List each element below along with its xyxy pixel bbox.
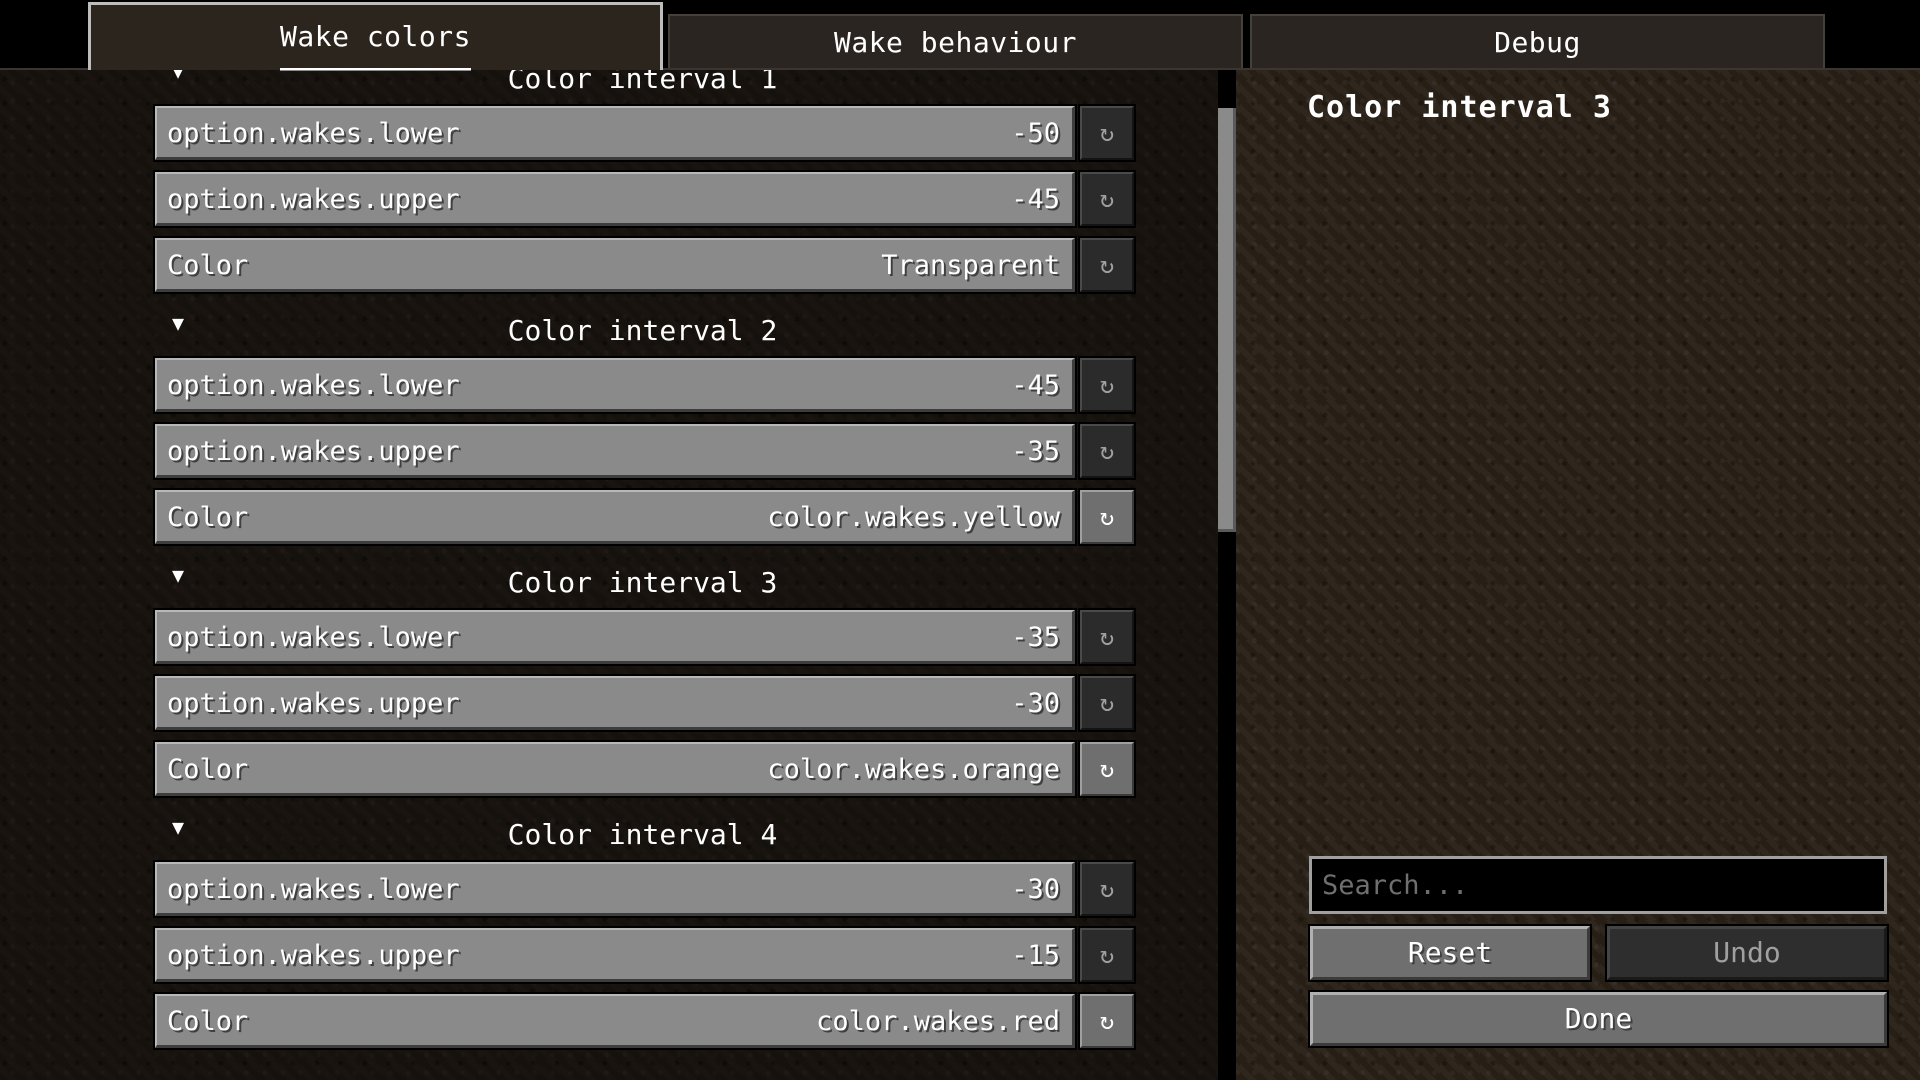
option-value: -35: [1011, 436, 1060, 467]
reset-icon: ↻: [1099, 371, 1115, 399]
tab-debug-label: Debug: [1494, 26, 1581, 59]
option-label: option.wakes.upper: [167, 436, 460, 467]
option-label: option.wakes.upper: [167, 184, 460, 215]
option-row: option.wakes.upper -35 ↻: [0, 422, 1235, 480]
reset-option-button[interactable]: ↻: [1078, 674, 1136, 732]
option-field-lower[interactable]: option.wakes.lower -45: [153, 356, 1077, 414]
option-row: Color color.wakes.red ↻: [0, 992, 1235, 1050]
reset-icon: ↻: [1099, 623, 1115, 651]
option-label: option.wakes.lower: [167, 622, 460, 653]
option-value: color.wakes.orange: [767, 754, 1060, 785]
group-title: Color interval 4: [507, 818, 778, 851]
reset-icon: ↻: [1099, 1007, 1115, 1035]
reset-option-button[interactable]: ↻: [1078, 422, 1136, 480]
tab-wake-colors-label: Wake colors: [280, 5, 471, 73]
option-field-upper[interactable]: option.wakes.upper -45: [153, 170, 1077, 228]
option-list[interactable]: ▼ Color interval 1 option.wakes.lower -5…: [0, 70, 1235, 1080]
option-label: Color: [167, 1006, 249, 1037]
option-row: option.wakes.lower -45 ↻: [0, 356, 1235, 414]
group-title: Color interval 3: [507, 566, 778, 599]
option-row: option.wakes.lower -35 ↻: [0, 608, 1235, 666]
group-title: Color interval 2: [507, 314, 778, 347]
option-field-color[interactable]: Color color.wakes.red: [153, 992, 1077, 1050]
option-value: -45: [1011, 184, 1060, 215]
option-row: Color Transparent ↻: [0, 236, 1235, 294]
group-header[interactable]: ▼ Color interval 3: [0, 556, 1235, 610]
reset-option-button[interactable]: ↻: [1078, 356, 1136, 414]
reset-icon: ↻: [1099, 875, 1115, 903]
reset-icon: ↻: [1099, 185, 1115, 213]
option-label: option.wakes.lower: [167, 370, 460, 401]
reset-icon: ↻: [1099, 119, 1115, 147]
reset-option-button[interactable]: ↻: [1078, 740, 1136, 798]
option-row: option.wakes.lower -50 ↻: [0, 104, 1235, 162]
option-field-lower[interactable]: option.wakes.lower -35: [153, 608, 1077, 666]
reset-option-button[interactable]: ↻: [1078, 992, 1136, 1050]
tab-wake-colors[interactable]: Wake colors: [88, 2, 663, 73]
tab-bar: Wake colors Wake behaviour Debug: [0, 0, 1920, 73]
reset-button[interactable]: Reset: [1308, 924, 1592, 982]
side-panel-title: Color interval 3: [1307, 90, 1612, 125]
option-value: -30: [1011, 874, 1060, 905]
reset-option-button[interactable]: ↻: [1078, 236, 1136, 294]
option-value: color.wakes.red: [816, 1006, 1060, 1037]
option-row: option.wakes.upper -30 ↻: [0, 674, 1235, 732]
reset-icon: ↻: [1099, 755, 1115, 783]
option-label: option.wakes.upper: [167, 688, 460, 719]
option-value: -35: [1011, 622, 1060, 653]
option-row: Color color.wakes.yellow ↻: [0, 488, 1235, 546]
reset-icon: ↻: [1099, 689, 1115, 717]
option-label: Color: [167, 502, 249, 533]
reset-option-button[interactable]: ↻: [1078, 860, 1136, 918]
option-row: option.wakes.upper -15 ↻: [0, 926, 1235, 984]
reset-icon: ↻: [1099, 437, 1115, 465]
reset-option-button[interactable]: ↻: [1078, 926, 1136, 984]
option-value: -30: [1011, 688, 1060, 719]
tab-wake-behaviour[interactable]: Wake behaviour: [668, 14, 1243, 68]
done-button[interactable]: Done: [1308, 990, 1889, 1048]
tab-label-text: Wake colors: [280, 20, 471, 53]
option-label: option.wakes.lower: [167, 874, 460, 905]
option-field-upper[interactable]: option.wakes.upper -15: [153, 926, 1077, 984]
option-value: -45: [1011, 370, 1060, 401]
option-label: option.wakes.lower: [167, 118, 460, 149]
option-row: Color color.wakes.orange ↻: [0, 740, 1235, 798]
option-list-content: ▼ Color interval 1 option.wakes.lower -5…: [0, 70, 1235, 1060]
search-input[interactable]: [1309, 856, 1887, 914]
reset-icon: ↻: [1099, 251, 1115, 279]
option-value: color.wakes.yellow: [767, 502, 1060, 533]
group-header[interactable]: ▼ Color interval 4: [0, 808, 1235, 862]
option-value: -50: [1011, 118, 1060, 149]
config-screen: Wake colors Wake behaviour Debug ▼ Color…: [0, 0, 1920, 1080]
reset-icon: ↻: [1099, 941, 1115, 969]
group-header[interactable]: ▼ Color interval 1: [0, 70, 1235, 106]
option-value: -15: [1011, 940, 1060, 971]
tab-wake-behaviour-label: Wake behaviour: [833, 26, 1077, 59]
reset-option-button[interactable]: ↻: [1078, 104, 1136, 162]
option-field-lower[interactable]: option.wakes.lower -30: [153, 860, 1077, 918]
option-field-color[interactable]: Color color.wakes.orange: [153, 740, 1077, 798]
scrollbar-thumb[interactable]: [1218, 108, 1236, 532]
option-value: Transparent: [881, 250, 1060, 281]
option-field-upper[interactable]: option.wakes.upper -35: [153, 422, 1077, 480]
undo-button[interactable]: Undo: [1605, 924, 1889, 982]
reset-option-button[interactable]: ↻: [1078, 170, 1136, 228]
option-field-color[interactable]: Color color.wakes.yellow: [153, 488, 1077, 546]
option-field-upper[interactable]: option.wakes.upper -30: [153, 674, 1077, 732]
group-title: Color interval 1: [507, 70, 778, 95]
option-label: Color: [167, 754, 249, 785]
option-row: option.wakes.upper -45 ↻: [0, 170, 1235, 228]
option-label: Color: [167, 250, 249, 281]
option-row: option.wakes.lower -30 ↻: [0, 860, 1235, 918]
option-field-color[interactable]: Color Transparent: [153, 236, 1077, 294]
group-header[interactable]: ▼ Color interval 2: [0, 304, 1235, 358]
reset-icon: ↻: [1099, 503, 1115, 531]
option-label: option.wakes.upper: [167, 940, 460, 971]
reset-option-button[interactable]: ↻: [1078, 488, 1136, 546]
tab-debug[interactable]: Debug: [1250, 14, 1825, 68]
reset-option-button[interactable]: ↻: [1078, 608, 1136, 666]
option-field-lower[interactable]: option.wakes.lower -50: [153, 104, 1077, 162]
